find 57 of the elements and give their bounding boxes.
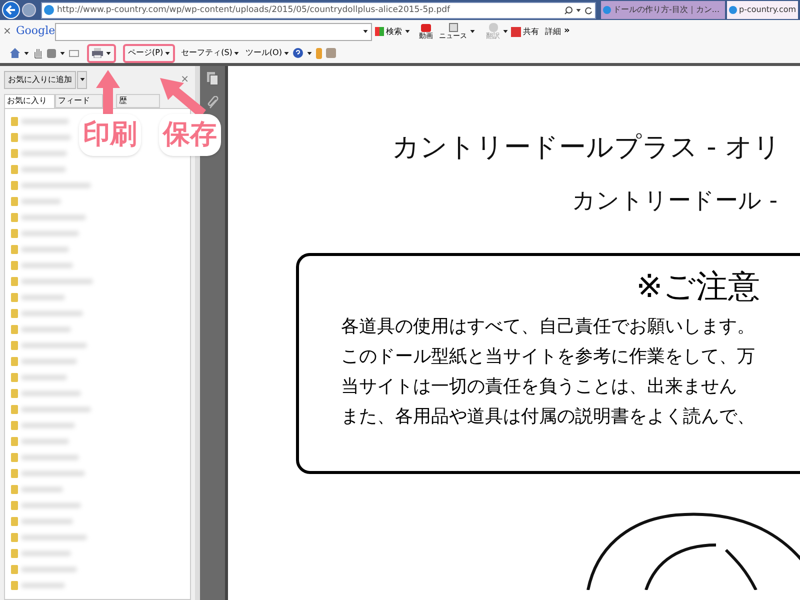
dropdown-icon[interactable] (576, 8, 581, 12)
forward-button[interactable] (22, 3, 36, 17)
dropdown-icon[interactable] (363, 30, 368, 33)
page-icon (44, 5, 54, 15)
browser-tab[interactable]: p-country.com (727, 1, 798, 19)
page-icon (729, 6, 737, 14)
pages-icon[interactable] (206, 72, 218, 86)
annotation-callout: 印刷 (79, 114, 141, 156)
add-favorites-button[interactable]: お気に入りに追加 (4, 70, 76, 88)
sidebar-tab[interactable]: 歴 (116, 94, 160, 108)
sidebar-tab[interactable]: フィード (55, 94, 103, 108)
annotation-callout: 保存 (159, 114, 221, 156)
address-bar[interactable]: http://www.p-country.com/wp/wp-content/uploads/2015/05/countrydollplus-alice2015-5p.pdf (41, 2, 596, 18)
help-icon[interactable] (292, 48, 303, 58)
tools-menu[interactable]: ツール(O) (245, 47, 289, 59)
back-arrow-icon (6, 5, 16, 15)
dropdown-icon[interactable] (470, 30, 475, 33)
search-field[interactable] (55, 22, 372, 40)
mail-icon[interactable] (69, 50, 79, 56)
colored-squares-icon (375, 27, 384, 36)
notice-text: また、各用品や道具は付属の説明書をよく読んで、 (341, 405, 756, 429)
dropdown-icon (106, 52, 111, 54)
safety-menu[interactable]: セーフティ(S) (181, 47, 240, 59)
notice-text: 当サイトは一切の責任を負うことは、出来ません (341, 375, 738, 399)
dropdown-icon[interactable] (306, 52, 312, 54)
dropdown-icon (284, 52, 289, 54)
browser-tab[interactable]: ドールの作り方-目次｜カン... (601, 1, 725, 19)
document-title: カントリードールプラス - オリ (391, 131, 782, 165)
paperclip-icon[interactable] (206, 96, 218, 110)
refresh-icon[interactable] (584, 6, 593, 14)
back-button[interactable] (2, 1, 20, 19)
document-subtitle: カントリードール - (571, 187, 779, 216)
notice-heading: ※ご注意 (635, 266, 761, 306)
dropdown-icon[interactable] (405, 30, 410, 33)
search-icon[interactable] (564, 6, 573, 14)
sidebar-tab[interactable]: お気に入り (4, 94, 55, 108)
page-icon (603, 6, 611, 14)
details-button[interactable]: 詳細 (545, 26, 561, 38)
more-button[interactable]: » (564, 24, 570, 38)
share-button[interactable]: 共有 (511, 26, 539, 38)
dropdown-icon (165, 52, 170, 54)
google-logo: Google (16, 23, 52, 40)
newspaper-icon (448, 23, 458, 32)
notice-text: このドール型紙と当サイトを参考に作業をして、万 (341, 345, 756, 369)
printer-icon (92, 48, 103, 58)
dropdown-icon (80, 78, 84, 81)
dropdown-button[interactable] (77, 70, 87, 88)
notice-text: 各道具の使用はすべて、自己責任でお願いします。 (341, 315, 756, 339)
dropdown-icon (234, 52, 240, 54)
search-button[interactable]: 検索 (375, 26, 402, 38)
close-button[interactable]: × (180, 72, 189, 87)
home-icon[interactable] (10, 48, 20, 58)
dropdown-icon[interactable] (24, 52, 29, 54)
dropdown-icon[interactable] (503, 30, 508, 33)
address-text: http://www.p-country.com/wp/wp-content/uploads/2015/05/countrydollplus-alice2015-5p.pdf (57, 4, 452, 16)
close-button[interactable]: × (3, 24, 13, 39)
dropdown-icon[interactable] (60, 52, 65, 54)
